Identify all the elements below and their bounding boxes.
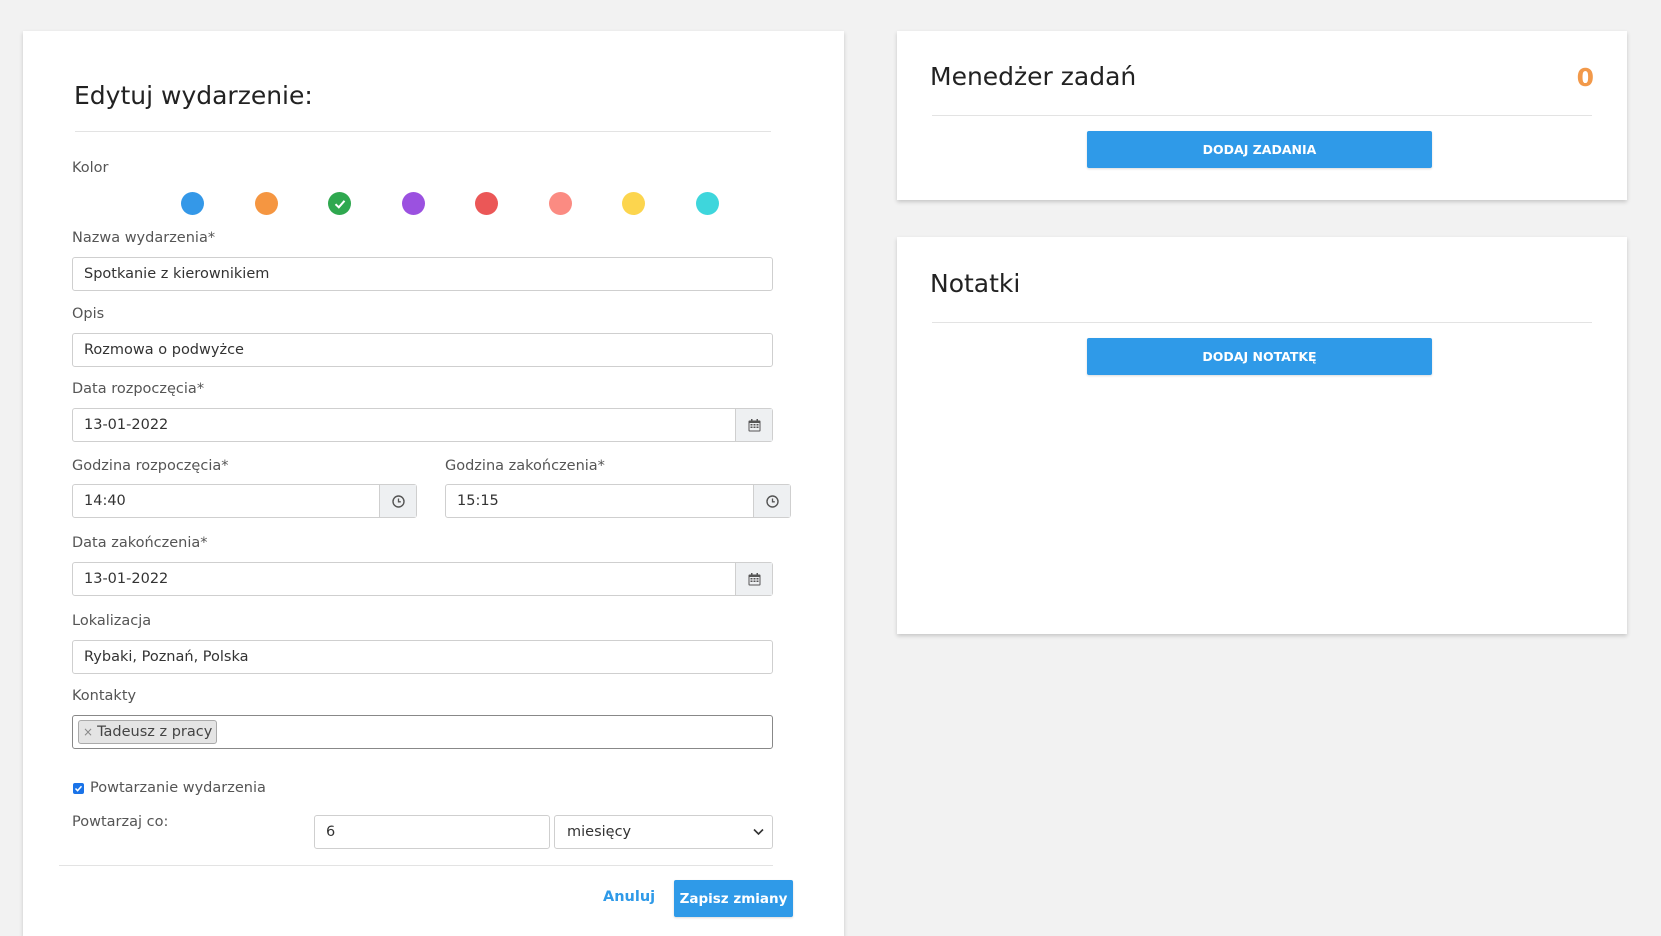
panel-title: Edytuj wydarzenie: (74, 81, 313, 110)
repeat-every-input[interactable]: 6 (314, 815, 550, 849)
end-date-input[interactable]: 13-01-2022 (72, 562, 773, 596)
clock-icon (391, 494, 405, 508)
title-divider (75, 131, 771, 132)
footer-divider (59, 865, 773, 866)
repeat-unit-select[interactable]: miesięcy (554, 815, 773, 849)
contact-chip: × Tadeusz z pracy (78, 720, 218, 744)
add-note-button[interactable]: DODAJ NOTATKĘ (1087, 338, 1432, 375)
repeat-label: Powtarzanie wydarzenia (90, 780, 266, 796)
contacts-label: Kontakty (72, 688, 137, 704)
chevron-down-icon (753, 828, 764, 836)
color-swatch[interactable] (181, 192, 204, 215)
location-label: Lokalizacja (72, 613, 152, 629)
add-tasks-button[interactable]: DODAJ ZADANIA (1087, 131, 1432, 168)
start-time-label: Godzina rozpoczęcia* (72, 458, 229, 474)
calendar-button[interactable] (735, 409, 772, 441)
event-name-label: Nazwa wydarzenia* (72, 230, 216, 246)
color-swatch[interactable] (548, 192, 572, 215)
location-input[interactable]: Rybaki, Poznań, Polska (72, 640, 773, 674)
end-date-value: 13-01-2022 (84, 571, 169, 587)
remove-contact-icon[interactable]: × (83, 725, 93, 739)
calendar-icon (748, 572, 760, 585)
clock-icon (765, 494, 779, 508)
color-swatch[interactable] (254, 192, 278, 215)
description-label: Opis (72, 306, 105, 322)
start-date-label: Data rozpoczęcia* (72, 381, 205, 397)
contact-chip-label: Tadeusz z pracy (97, 724, 213, 740)
event-name-input[interactable]: Spotkanie z kierownikiem (72, 257, 773, 291)
color-swatch[interactable] (328, 192, 351, 215)
description-value: Rozmowa o podwyżce (84, 342, 244, 358)
color-label: Kolor (72, 160, 109, 176)
notes-card: Notatki DODAJ NOTATKĘ (897, 237, 1627, 634)
color-swatch[interactable] (695, 192, 719, 215)
color-swatch[interactable] (401, 192, 425, 215)
calendar-icon (748, 418, 760, 431)
event-name-value: Spotkanie z kierownikiem (84, 266, 270, 282)
end-time-label: Godzina zakończenia* (445, 458, 605, 474)
repeat-every-value: 6 (326, 824, 336, 840)
repeat-every-label: Powtarzaj co: (72, 814, 169, 830)
cancel-button[interactable]: Anuluj (603, 889, 655, 905)
end-time-input[interactable]: 15:15 (445, 484, 791, 518)
end-time-value: 15:15 (457, 493, 499, 509)
notes-title: Notatki (930, 269, 1021, 298)
start-time-value: 14:40 (84, 493, 126, 509)
location-value: Rybaki, Poznań, Polska (84, 649, 249, 665)
edit-event-panel: Edytuj wydarzenie: Kolor Nazwa wydarzeni… (23, 31, 844, 936)
start-date-value: 13-01-2022 (84, 417, 169, 433)
start-time-button[interactable] (379, 485, 416, 517)
description-input[interactable]: Rozmowa o podwyżce (72, 333, 773, 367)
repeat-unit-value: miesięcy (567, 824, 632, 840)
color-swatch[interactable] (622, 192, 645, 215)
check-icon (328, 192, 351, 215)
task-manager-title: Menedżer zadań (930, 62, 1137, 91)
check-icon (74, 785, 83, 792)
save-button[interactable]: Zapisz zmiany (674, 880, 793, 917)
task-manager-card: Menedżer zadań 0 DODAJ ZADANIA (897, 31, 1627, 200)
start-date-input[interactable]: 13-01-2022 (72, 408, 773, 442)
color-swatch[interactable] (475, 192, 498, 215)
repeat-checkbox[interactable] (73, 783, 84, 794)
start-time-input[interactable]: 14:40 (72, 484, 417, 518)
notes-divider (932, 322, 1592, 323)
contacts-input[interactable]: × Tadeusz z pracy (72, 715, 773, 749)
task-count: 0 (1576, 63, 1594, 92)
task-divider (932, 115, 1592, 116)
calendar-button[interactable] (735, 563, 772, 595)
end-time-button[interactable] (753, 485, 790, 517)
end-date-label: Data zakończenia* (72, 535, 208, 551)
